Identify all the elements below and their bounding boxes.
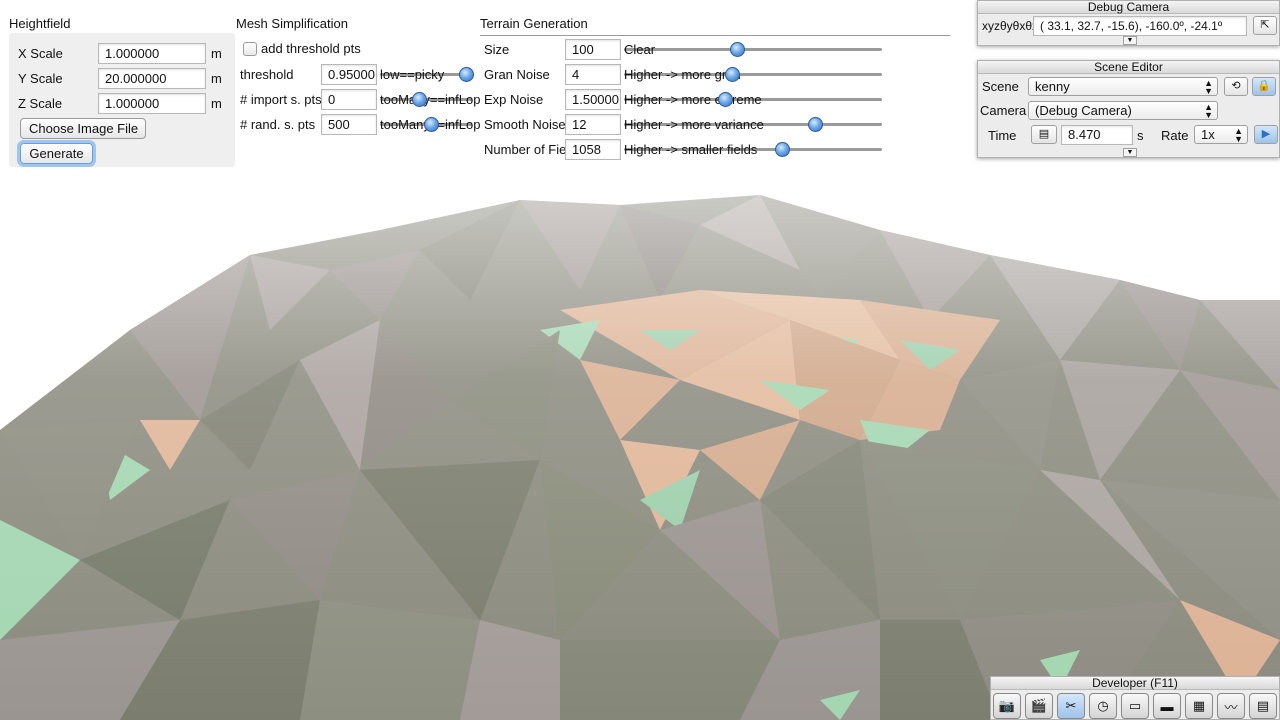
rand-s-pts-field[interactable]: 500 — [321, 114, 377, 135]
rand-s-pts-label: # rand. s. pts — [240, 117, 316, 132]
number-of-fields-field[interactable]: 1058 — [565, 139, 621, 160]
y-scale-field[interactable]: 20.000000 — [98, 68, 206, 89]
developer-title: Developer (F11) — [991, 677, 1279, 690]
developer-window: Developer (F11) 📷 🎬 ✂ ◷ ▭ ▬ ▦ 〰 ▤ — [990, 676, 1280, 720]
size-field[interactable]: 100 — [565, 39, 621, 60]
threshold-field[interactable]: 0.95000 — [321, 64, 377, 85]
time-unit: s — [1137, 128, 1144, 143]
copy-icon: ⇱ — [1260, 19, 1270, 31]
scene-editor-title: Scene Editor — [978, 61, 1279, 74]
exp-noise-label: Exp Noise — [484, 92, 544, 107]
exp-noise-field[interactable]: 1.50000 — [565, 89, 621, 110]
x-scale-label: X Scale — [18, 46, 63, 61]
choose-image-file-button[interactable]: Choose Image File — [20, 118, 146, 139]
import-s-pts-field[interactable]: 0 — [321, 89, 377, 110]
import-s-pts-hint: tooMany==infLop — [380, 92, 481, 107]
debug-camera-collapse-tab[interactable]: ▼ — [1123, 36, 1137, 45]
profiler-icon[interactable]: 〰 — [1217, 693, 1245, 719]
size-slider-track[interactable] — [624, 48, 882, 51]
camera-select[interactable]: (Debug Camera) ▲ ▼ — [1028, 101, 1218, 120]
terrain-generation-title: Terrain Generation — [480, 16, 588, 31]
debug-camera-window: Debug Camera xyzθyθxθz ( 33.1, 32.7, -15… — [977, 0, 1280, 46]
clapperboard-icon[interactable]: 🎬 — [1025, 693, 1053, 719]
tools-icon[interactable]: ✂ — [1057, 693, 1085, 719]
camera-label: Camera — [980, 103, 1027, 118]
threshold-label: threshold — [240, 67, 294, 82]
windows-icon[interactable]: ▦ — [1185, 693, 1213, 719]
threshold-hint: low==picky — [380, 67, 445, 82]
x-scale-field[interactable]: 1.000000 — [98, 43, 206, 64]
exp-noise-slider-knob[interactable] — [718, 92, 733, 107]
rand-s-pts-slider-knob[interactable] — [424, 117, 439, 132]
select-arrows-icon: ▲ ▼ — [1204, 102, 1213, 120]
time-label: Time — [988, 128, 1017, 143]
scene-select-value: kenny — [1035, 79, 1070, 94]
scene-select[interactable]: kenny ▲ ▼ — [1028, 77, 1218, 96]
lock-icon: 🔒 — [1257, 80, 1271, 92]
terrain-divider — [480, 35, 950, 36]
debug-camera-value-field[interactable]: ( 33.1, 32.7, -15.6), -160.0º, -24.1º — [1033, 16, 1247, 36]
rate-select[interactable]: 1x ▲ ▼ — [1194, 125, 1248, 144]
gran-noise-slider-knob[interactable] — [725, 67, 740, 82]
number-of-fields-slider-knob[interactable] — [775, 142, 790, 157]
size-slider-knob[interactable] — [730, 42, 745, 57]
x-scale-unit: m — [211, 46, 222, 61]
number-of-fields-hint: Higher -> smaller fields — [624, 142, 758, 157]
debug-camera-copy-button[interactable]: ⇱ — [1253, 16, 1277, 35]
threshold-slider-knob[interactable] — [459, 67, 474, 82]
scene-editor-window: Scene Editor Scene kenny ▲ ▼ ⟲ 🔒 Camera (… — [977, 60, 1280, 158]
reload-icon: ⟲ — [1231, 80, 1241, 92]
import-s-pts-slider-knob[interactable] — [412, 92, 427, 107]
rate-label: Rate — [1161, 128, 1189, 143]
debug-camera-title: Debug Camera — [978, 1, 1279, 14]
size-hint: Clear — [624, 42, 656, 57]
y-scale-unit: m — [211, 71, 222, 86]
gran-noise-label: Gran Noise — [484, 67, 550, 82]
terrain-viewport[interactable] — [0, 195, 1280, 720]
time-field[interactable]: 8.470 — [1061, 125, 1133, 145]
gran-noise-field[interactable]: 4 — [565, 64, 621, 85]
z-scale-field[interactable]: 1.000000 — [98, 93, 206, 114]
terrain-mesh — [0, 195, 1280, 720]
scene-label: Scene — [982, 79, 1019, 94]
add-threshold-pts-checkbox[interactable] — [243, 42, 257, 56]
smooth-noise-field[interactable]: 12 — [565, 114, 621, 135]
note-icon[interactable]: ▭ — [1121, 693, 1149, 719]
exp-noise-hint: Higher -> more extreme — [624, 92, 762, 107]
play-icon: ▶ — [1261, 128, 1271, 140]
time-reset-button[interactable]: ▤ — [1031, 125, 1057, 144]
smooth-noise-slider-knob[interactable] — [808, 117, 823, 132]
camera-select-value: (Debug Camera) — [1035, 103, 1132, 118]
smooth-noise-label: Smooth Noise — [484, 117, 566, 132]
size-label: Size — [484, 42, 510, 57]
reload-scene-button[interactable]: ⟲ — [1224, 77, 1248, 96]
rate-select-value: 1x — [1201, 127, 1215, 142]
play-button[interactable]: ▶ — [1254, 125, 1278, 144]
camera-icon[interactable]: 📷 — [993, 693, 1021, 719]
film-icon: ▤ — [1038, 128, 1050, 140]
heightfield-title: Heightfield — [9, 16, 71, 31]
document-icon[interactable]: ▤ — [1249, 693, 1277, 719]
gran-noise-hint: Higher -> more gran — [624, 67, 741, 82]
y-scale-label: Y Scale — [18, 71, 63, 86]
terminal-icon[interactable]: ▬ — [1153, 693, 1181, 719]
mesh-simplification-title: Mesh Simplification — [236, 16, 348, 31]
smooth-noise-hint: Higher -> more variance — [624, 117, 764, 132]
select-arrows-icon: ▲ ▼ — [1204, 78, 1213, 96]
z-scale-unit: m — [211, 96, 222, 111]
select-arrows-icon: ▲ ▼ — [1234, 126, 1243, 144]
generate-button[interactable]: Generate — [20, 143, 93, 164]
add-threshold-pts-label: add threshold pts — [261, 41, 361, 56]
lock-scene-button[interactable]: 🔒 — [1252, 77, 1276, 96]
z-scale-label: Z Scale — [18, 96, 63, 111]
debug-camera-axes-label: xyzθyθxθz — [982, 19, 1039, 33]
scene-editor-collapse-tab[interactable]: ▼ — [1123, 148, 1137, 157]
clock-icon[interactable]: ◷ — [1089, 693, 1117, 719]
import-s-pts-label: # import s. pts — [240, 92, 322, 107]
